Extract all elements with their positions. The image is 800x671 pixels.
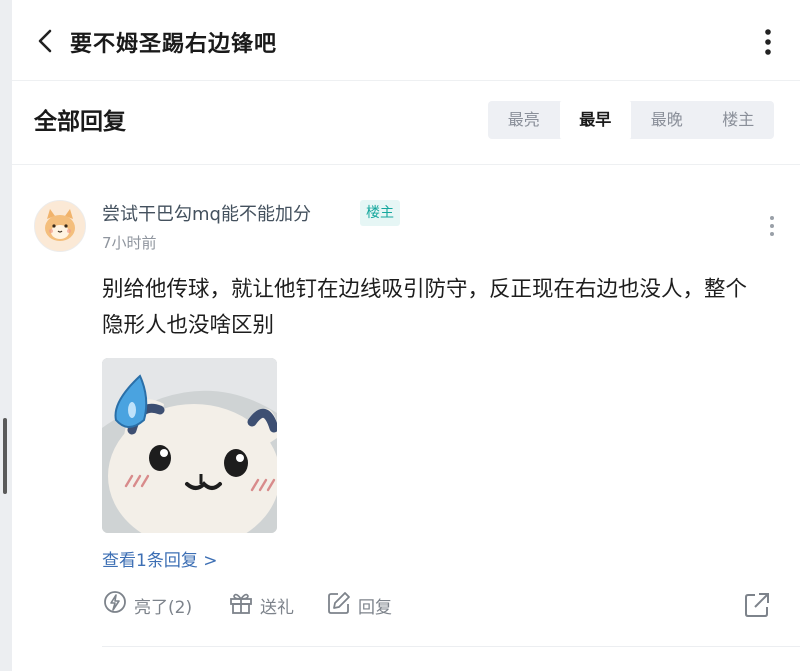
username[interactable]: 尝试干巴勾mq能不能加分	[102, 200, 311, 226]
more-vertical-icon[interactable]	[754, 24, 782, 60]
post-content: 别给他传球，就让他钉在边线吸引防守，反正现在右边也没人，整个隐形人也没啥区别	[102, 277, 748, 338]
sort-latest[interactable]: 最晚	[631, 101, 703, 139]
replies-header: 全部回复 最亮 最早 最晚 楼主	[12, 80, 800, 165]
reply-button[interactable]: 回复	[326, 588, 392, 622]
back-icon[interactable]	[30, 24, 64, 58]
thread-page: 要不姆圣踢右边锋吧 全部回复 最亮 最早 最晚 楼主 尝试干巴勾mq能不能加分 …	[12, 0, 800, 671]
lightning-icon	[102, 590, 128, 621]
gift-label: 送礼	[260, 597, 294, 618]
op-badge: 楼主	[360, 200, 400, 226]
view-replies-link[interactable]: 查看1条回复 >	[102, 546, 217, 571]
left-gutter	[0, 0, 12, 671]
like-label: 亮了(2)	[134, 597, 193, 618]
gift-icon	[228, 590, 254, 621]
more-horizontal-icon[interactable]	[762, 212, 782, 240]
share-icon[interactable]	[742, 590, 772, 620]
divider	[102, 646, 800, 647]
sort-tabs: 最亮 最早 最晚 楼主	[488, 101, 774, 139]
post-image[interactable]	[102, 358, 277, 533]
reply-label: 回复	[358, 597, 392, 618]
page-title: 要不姆圣踢右边锋吧	[70, 32, 278, 57]
sort-op-only[interactable]: 楼主	[703, 101, 775, 139]
avatar[interactable]	[34, 200, 86, 252]
edit-icon	[326, 590, 352, 621]
scrollbar-handle[interactable]	[3, 418, 7, 494]
like-button[interactable]: 亮了(2)	[102, 588, 192, 622]
gift-button[interactable]: 送礼	[228, 588, 294, 622]
all-replies-title: 全部回复	[34, 109, 126, 135]
top-bar: 要不姆圣踢右边锋吧	[12, 0, 800, 81]
sort-earliest[interactable]: 最早	[559, 101, 631, 139]
post-time: 7小时前	[102, 234, 157, 252]
sort-hottest[interactable]: 最亮	[488, 101, 560, 139]
action-bar: 亮了(2) 送礼 回复	[102, 588, 782, 622]
